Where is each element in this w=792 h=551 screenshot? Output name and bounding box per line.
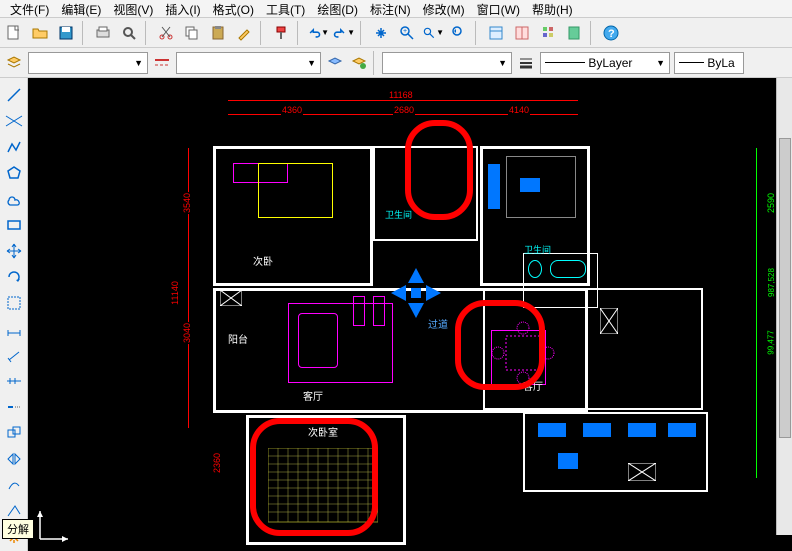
svg-text:+: + (403, 28, 407, 35)
layer-toolbar: ▼ ▼ ▼ ByLayer▼ ByLa (0, 48, 792, 78)
dim-left1: 3540 (182, 192, 192, 214)
zoom-previous-icon[interactable] (447, 21, 471, 45)
menu-format[interactable]: 格式(O) (207, 0, 260, 17)
help-icon[interactable]: ? (599, 21, 623, 45)
polyline-icon[interactable] (3, 136, 25, 158)
print-icon[interactable] (91, 21, 115, 45)
dim-total: 11168 (388, 90, 414, 100)
tooltip: 分解 (2, 519, 34, 539)
label-bedroom1: 次卧 (253, 253, 273, 268)
continue-dim-icon[interactable] (3, 370, 25, 392)
undo-icon[interactable]: ▼ (306, 21, 330, 45)
new-icon[interactable] (2, 21, 26, 45)
menu-tools[interactable]: 工具(T) (260, 0, 311, 17)
menu-view[interactable]: 视图(V) (107, 0, 159, 17)
painter-icon[interactable] (269, 21, 293, 45)
copy-object-icon[interactable] (3, 422, 25, 444)
corridor-marker (386, 263, 446, 323)
drawing-canvas[interactable]: 11168 4360 2680 4140 3540 3040 11140 236… (28, 78, 792, 551)
linetype-combo[interactable]: ▼ (382, 52, 512, 74)
layer-prev-icon[interactable] (347, 51, 371, 75)
plotstyle-combo[interactable]: ByLa (674, 52, 744, 74)
menu-bar: 文件(F) 编辑(E) 视图(V) 插入(I) 格式(O) 工具(T) 绘图(D… (0, 0, 792, 18)
rectangle-icon[interactable] (3, 214, 25, 236)
zoom-realtime-icon[interactable]: + (395, 21, 419, 45)
label-bath2: 卫生间 (524, 243, 551, 256)
dim-left2: 3040 (182, 322, 192, 344)
lineweight-icon[interactable] (514, 51, 538, 75)
menu-modify[interactable]: 修改(M) (417, 0, 471, 17)
dim-left3: 11140 (170, 280, 180, 306)
rotate-icon[interactable] (3, 266, 25, 288)
layer-state-icon[interactable] (323, 51, 347, 75)
zoom-window-icon[interactable]: ▼ (421, 21, 445, 45)
menu-insert[interactable]: 插入(I) (159, 0, 206, 17)
label-balcony: 阳台 (228, 331, 248, 346)
mirror-icon[interactable] (3, 448, 25, 470)
move-icon[interactable] (3, 240, 25, 262)
paste-icon[interactable] (206, 21, 230, 45)
highlight-1 (405, 120, 473, 220)
layer-props-icon[interactable] (2, 51, 26, 75)
ucs-icon (34, 505, 74, 545)
toolpalette-icon[interactable] (536, 21, 560, 45)
properties-icon[interactable] (484, 21, 508, 45)
dim-top2: 2680 (393, 105, 415, 115)
open-icon[interactable] (28, 21, 52, 45)
dim-aligned-icon[interactable] (3, 344, 25, 366)
trim-icon[interactable] (3, 396, 25, 418)
menu-help[interactable]: 帮助(H) (526, 0, 579, 17)
cloud-icon[interactable] (3, 188, 25, 210)
dim-left4: 2360 (212, 452, 222, 474)
lineweight-combo[interactable]: ByLayer▼ (540, 52, 670, 74)
save-icon[interactable] (54, 21, 78, 45)
layer-combo[interactable]: ▼ (176, 52, 321, 74)
menu-dimension[interactable]: 标注(N) (364, 0, 417, 17)
offset-icon[interactable] (3, 474, 25, 496)
color-combo[interactable]: ▼ (28, 52, 148, 74)
main-area: 11168 4360 2680 4140 3540 3040 11140 236… (0, 78, 792, 551)
draw-toolbar (0, 78, 28, 551)
select-icon[interactable] (3, 292, 25, 314)
vertical-scrollbar[interactable] (776, 78, 792, 535)
sheet-icon[interactable] (562, 21, 586, 45)
dim-right1: 2590 (766, 192, 776, 214)
preview-icon[interactable] (117, 21, 141, 45)
line-icon[interactable] (3, 84, 25, 106)
menu-edit[interactable]: 编辑(E) (55, 0, 107, 17)
highlight-3 (250, 418, 378, 536)
cut-icon[interactable] (154, 21, 178, 45)
label-living: 客厅 (303, 388, 323, 403)
label-corridor: 过道 (428, 316, 448, 331)
copy-icon[interactable] (180, 21, 204, 45)
designcenter-icon[interactable] (510, 21, 534, 45)
svg-text:?: ? (608, 28, 615, 40)
xline-icon[interactable] (3, 110, 25, 132)
standard-toolbar: ▼ ▼ + ▼ ? (0, 18, 792, 48)
polygon-icon[interactable] (3, 162, 25, 184)
dim-linear-icon[interactable] (3, 318, 25, 340)
redo-icon[interactable]: ▼ (332, 21, 356, 45)
dim-top3: 4140 (508, 105, 530, 115)
highlight-2 (455, 300, 545, 390)
dim-right2: 987,528 (767, 267, 776, 298)
linetype-control-icon[interactable] (150, 51, 174, 75)
menu-window[interactable]: 窗口(W) (471, 0, 526, 17)
dim-top1: 4360 (281, 105, 303, 115)
label-bath1: 卫生间 (385, 208, 412, 221)
menu-file[interactable]: 文件(F) (4, 0, 55, 17)
matchprop-icon[interactable] (232, 21, 256, 45)
menu-draw[interactable]: 绘图(D) (311, 0, 364, 17)
pan-icon[interactable] (369, 21, 393, 45)
dim-right3: 99,477 (767, 329, 776, 355)
